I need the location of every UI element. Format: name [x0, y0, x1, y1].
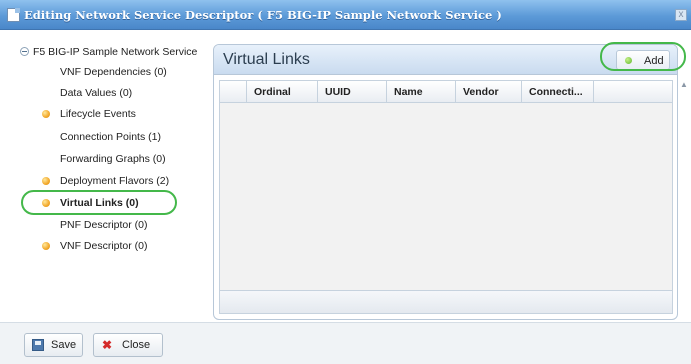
column-header-select[interactable] [220, 81, 247, 103]
window-title: Editing Network Service Descriptor ( F5 … [24, 8, 502, 22]
tree-item-label: Connection Points (1) [60, 131, 161, 143]
table-footer [220, 290, 672, 313]
column-header-ordinal[interactable]: Ordinal [247, 81, 318, 103]
dialog-scrollbar[interactable]: ▲ ▼ [680, 80, 689, 348]
tree-item-vnf-dependencies[interactable]: VNF Dependencies (0) [20, 64, 200, 80]
tree-item-pnf-descriptor[interactable]: PNF Descriptor (0) [20, 217, 200, 233]
tree-item-connection-points[interactable]: Connection Points (1) [20, 129, 200, 145]
tree-item-label: VNF Dependencies (0) [60, 66, 167, 78]
tree-item-label: Lifecycle Events [60, 108, 136, 120]
dialog-content: F5 BIG-IP Sample Network Service VNF Dep… [0, 30, 691, 348]
tree-item-lifecycle-events[interactable]: Lifecycle Events [20, 106, 200, 122]
virtual-links-table: Ordinal UUID Name Vendor Connecti... [219, 80, 673, 314]
tree-item-vnf-descriptor[interactable]: VNF Descriptor (0) [20, 238, 200, 254]
add-button-highlight [600, 42, 686, 71]
close-button-label: Close [122, 339, 151, 351]
selection-highlight [21, 190, 177, 215]
dialog-footer: Save ✖ Close [0, 322, 691, 364]
virtual-links-panel: Virtual Links Add Ordinal UUID Name Vend… [213, 44, 678, 320]
close-button[interactable]: ✖ Close [93, 333, 163, 357]
table-body [220, 103, 672, 291]
collapse-icon[interactable] [20, 47, 29, 56]
tree-item-forwarding-graphs[interactable]: Forwarding Graphs (0) [20, 151, 200, 167]
column-header-connection[interactable]: Connecti... [522, 81, 594, 103]
tree-item-label: VNF Descriptor (0) [60, 240, 148, 252]
scroll-up-icon[interactable]: ▲ [680, 80, 688, 89]
panel-title: Virtual Links [223, 51, 310, 68]
orange-dot-icon [42, 242, 50, 250]
tree-root-label: F5 BIG-IP Sample Network Service [33, 46, 198, 58]
table-header: Ordinal UUID Name Vendor Connecti... [220, 81, 672, 103]
tree-item-label: Forwarding Graphs (0) [60, 153, 166, 165]
tree-item-label: Data Values (0) [60, 87, 133, 99]
save-button[interactable]: Save [24, 333, 83, 357]
tree-item-label: PNF Descriptor (0) [60, 219, 148, 231]
tree-item-label: Deployment Flavors (2) [60, 175, 170, 187]
floppy-disk-icon [32, 339, 44, 351]
orange-dot-icon [42, 110, 50, 118]
window-titlebar: Editing Network Service Descriptor ( F5 … [0, 0, 691, 30]
save-button-label: Save [51, 339, 77, 351]
column-header-vendor[interactable]: Vendor [456, 81, 522, 103]
window-close-icon[interactable]: x [675, 9, 687, 21]
descriptor-tree: F5 BIG-IP Sample Network Service VNF Dep… [20, 44, 212, 312]
column-header-name[interactable]: Name [387, 81, 456, 103]
document-icon [7, 8, 20, 22]
tree-item-deployment-flavors[interactable]: Deployment Flavors (2) [20, 173, 200, 189]
tree-root[interactable]: F5 BIG-IP Sample Network Service [20, 44, 210, 60]
close-icon: ✖ [101, 338, 113, 352]
orange-dot-icon [42, 177, 50, 185]
column-header-uuid[interactable]: UUID [318, 81, 387, 103]
tree-item-data-values[interactable]: Data Values (0) [20, 85, 200, 101]
